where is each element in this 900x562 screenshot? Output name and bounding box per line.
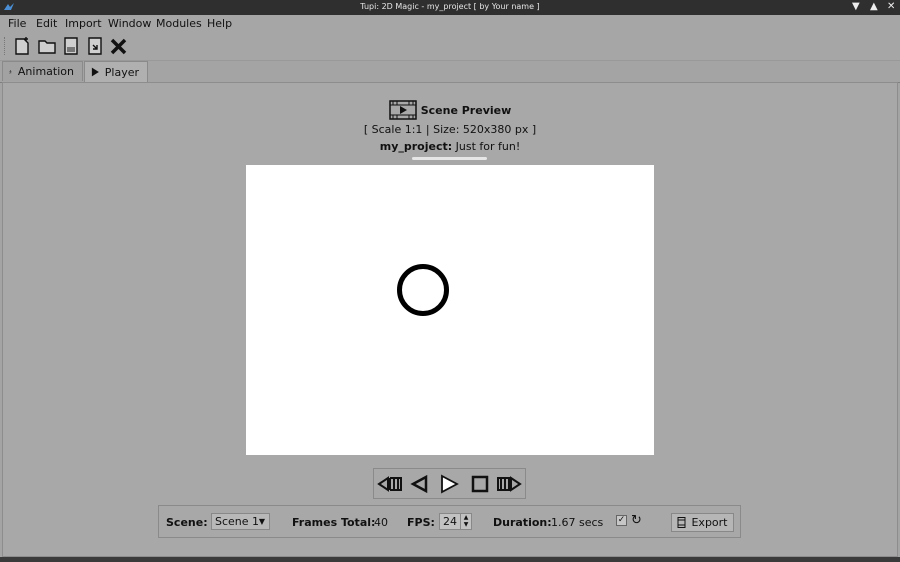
play-icon — [91, 67, 99, 77]
scene-preview-icon — [388, 100, 417, 120]
chevron-up-icon[interactable]: ▲ — [870, 1, 878, 13]
scene-label: Scene: — [166, 516, 208, 529]
tab-bar: Animation Player — [0, 61, 900, 83]
scene-select[interactable]: Scene 1 ▼ — [211, 513, 270, 530]
menu-import[interactable]: Import — [65, 17, 102, 30]
tab-animation[interactable]: Animation — [2, 61, 83, 81]
animation-icon — [9, 69, 12, 74]
previous-frame-icon[interactable] — [409, 474, 431, 494]
frames-total-value: 40 — [374, 516, 388, 529]
film-icon — [677, 517, 686, 528]
save-as-icon[interactable] — [85, 36, 105, 56]
menu-help[interactable]: Help — [207, 17, 232, 30]
duration-label: Duration: — [493, 516, 552, 529]
window-title: Tupi: 2D Magic - my_project [ by Your na… — [360, 2, 540, 11]
open-folder-icon[interactable] — [37, 36, 57, 56]
preview-divider — [412, 157, 487, 160]
circle-shape — [397, 264, 449, 316]
project-name: my_project: — [379, 140, 453, 153]
scene-canvas — [246, 165, 654, 455]
fps-spinbox[interactable]: 24 ▲ ▼ — [439, 513, 472, 530]
export-button[interactable]: Export — [671, 513, 734, 532]
toolbar-grip[interactable] — [4, 37, 8, 55]
window-titlebar: Tupi: 2D Magic - my_project [ by Your na… — [0, 0, 900, 15]
fps-label: FPS: — [407, 516, 435, 529]
bottom-border — [0, 557, 900, 562]
playback-controls — [373, 468, 526, 499]
menu-edit[interactable]: Edit — [36, 17, 57, 30]
fps-value: 24 — [443, 515, 457, 528]
stop-icon[interactable] — [469, 474, 491, 494]
preview-header: Scene Preview — [0, 100, 900, 120]
save-icon[interactable] — [61, 36, 81, 56]
menu-bar: File Edit Import Window Modules Help — [0, 15, 900, 32]
chevron-down-icon[interactable]: ▼ — [852, 1, 860, 13]
loop-icon: ↻ — [631, 513, 642, 528]
play-back-icon[interactable] — [377, 474, 403, 494]
preview-title: Scene Preview — [420, 103, 512, 117]
export-label: Export — [691, 516, 728, 529]
preview-size-text: [ Scale 1:1 | Size: 520x380 px ] — [363, 123, 537, 136]
menu-modules[interactable]: Modules — [156, 17, 202, 30]
new-file-icon[interactable] — [12, 36, 32, 56]
play-button-icon[interactable] — [438, 474, 460, 494]
close-window-icon[interactable]: ✕ — [887, 1, 895, 13]
loop-checkbox[interactable]: ✓ — [616, 515, 627, 526]
next-frame-icon[interactable] — [496, 474, 522, 494]
close-project-icon[interactable] — [109, 36, 129, 56]
chevron-down-icon: ▼ — [258, 517, 265, 526]
duration-value: 1.67 secs — [551, 516, 604, 529]
tab-animation-label: Animation — [17, 65, 74, 78]
project-description: my_project: Just for fun! — [0, 140, 900, 153]
project-desc: Just for fun! — [455, 140, 521, 153]
frames-total-label: Frames Total: — [292, 516, 376, 529]
menu-window[interactable]: Window — [108, 17, 151, 30]
menu-file[interactable]: File — [8, 17, 26, 30]
scene-select-value: Scene 1 — [215, 515, 260, 528]
tab-player[interactable]: Player — [84, 61, 148, 82]
main-toolbar — [0, 32, 900, 61]
spin-arrows-icon[interactable]: ▲ ▼ — [460, 514, 471, 529]
tab-player-label: Player — [104, 65, 139, 79]
player-status-bar: Scene: Scene 1 ▼ Frames Total: 40 FPS: 2… — [158, 505, 741, 538]
